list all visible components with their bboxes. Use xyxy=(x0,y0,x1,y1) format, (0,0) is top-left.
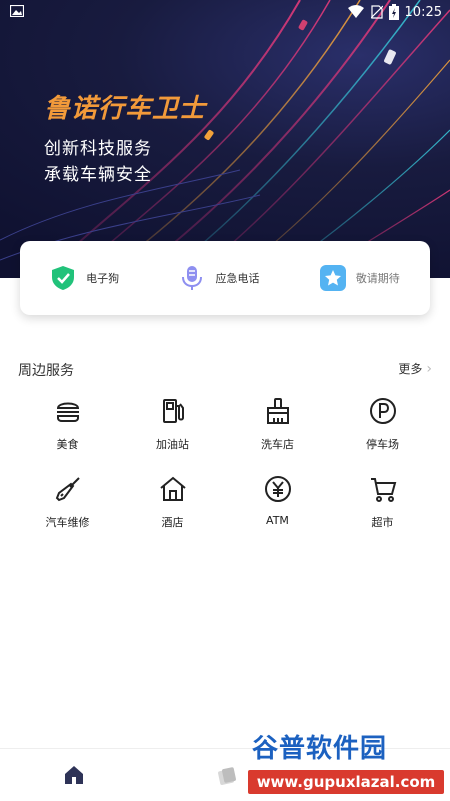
house-icon xyxy=(159,476,186,501)
service-label: 美食 xyxy=(56,438,79,451)
service-parking[interactable]: 停车场 xyxy=(330,396,435,456)
no-sim-icon xyxy=(370,5,383,19)
status-bar: 10:25 xyxy=(0,0,450,24)
service-supermarket[interactable]: 超市 xyxy=(330,474,435,534)
chevron-right-icon: › xyxy=(426,360,432,377)
more-label: 更多 xyxy=(398,362,423,376)
home-icon[interactable] xyxy=(64,765,84,785)
quick-action-emergency-call[interactable]: 应急电话 xyxy=(179,265,259,291)
service-label: 停车场 xyxy=(366,438,399,451)
quick-action-label: 电子狗 xyxy=(86,272,120,285)
quick-action-label: 应急电话 xyxy=(215,272,260,285)
quick-action-label: 敬请期待 xyxy=(355,272,400,285)
watermark: 谷普软件园 www.gupuxlazal.com xyxy=(248,728,448,796)
burger-icon xyxy=(56,402,79,422)
service-hotel[interactable]: 酒店 xyxy=(120,474,225,534)
yen-icon xyxy=(264,476,291,502)
service-car-wash[interactable]: 洗车店 xyxy=(225,396,330,456)
shield-check-icon xyxy=(52,266,75,290)
hero-banner: 鲁诺行车卫士 创新科技服务 承载车辆安全 xyxy=(0,0,450,278)
service-label: 加油站 xyxy=(156,438,189,451)
service-car-repair[interactable]: 汽车维修 xyxy=(15,474,120,534)
service-label: 汽车维修 xyxy=(45,516,90,529)
service-label: 超市 xyxy=(371,516,394,529)
brush-icon xyxy=(266,398,289,424)
more-link[interactable]: 更多 › xyxy=(398,360,432,377)
service-food[interactable]: 美食 xyxy=(15,396,120,456)
watermark-url: www.gupuxlazal.com xyxy=(248,770,444,794)
battery-charging-icon xyxy=(388,4,399,20)
watermark-title: 谷普软件园 xyxy=(252,734,388,764)
quick-action-coming-soon[interactable]: 敬请期待 xyxy=(319,265,400,291)
service-label: 洗车店 xyxy=(261,438,294,451)
wifi-icon xyxy=(347,5,364,18)
service-atm[interactable]: ATM xyxy=(225,474,330,534)
screwdriver-icon xyxy=(55,477,80,502)
image-icon xyxy=(10,5,24,17)
service-gas-station[interactable]: 加油站 xyxy=(120,396,225,456)
nearby-services-header: 周边服务 更多 › xyxy=(18,358,432,380)
slogan-line-2: 承载车辆安全 xyxy=(44,165,152,185)
fuel-pump-icon xyxy=(162,399,184,423)
star-icon xyxy=(319,265,346,291)
brand-title: 鲁诺行车卫士 xyxy=(44,94,207,124)
card-icon[interactable] xyxy=(216,765,238,787)
quick-action-radar-detector[interactable]: 电子狗 xyxy=(50,265,119,291)
parking-icon xyxy=(369,398,396,424)
status-time: 10:25 xyxy=(404,4,442,20)
cart-icon xyxy=(370,478,396,502)
section-title: 周边服务 xyxy=(18,363,74,379)
slogan-line-1: 创新科技服务 xyxy=(44,139,152,159)
service-label: 酒店 xyxy=(161,516,184,529)
microphone-icon xyxy=(182,266,203,290)
quick-actions-card: 电子狗 应急电话 敬请期待 xyxy=(20,241,430,315)
service-label: ATM xyxy=(266,514,289,527)
